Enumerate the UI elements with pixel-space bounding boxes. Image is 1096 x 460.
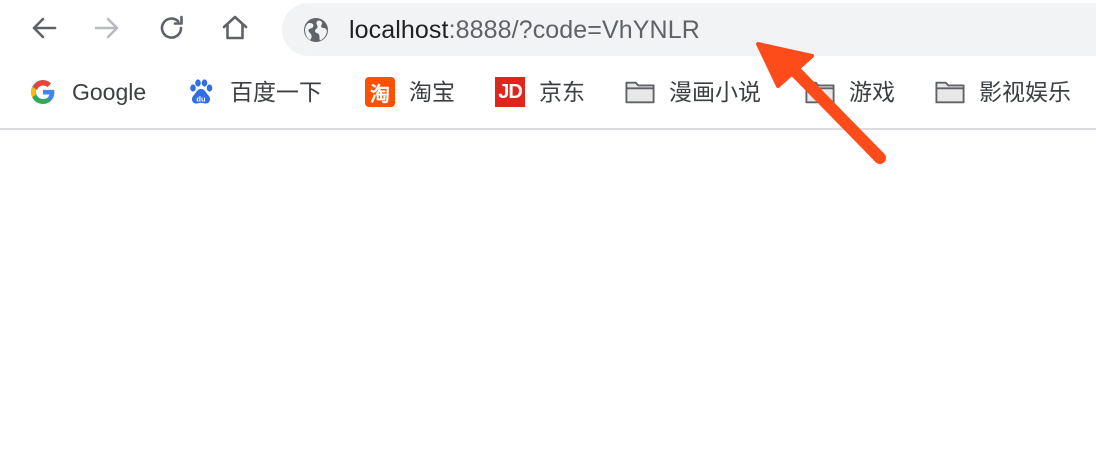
home-icon: [222, 15, 248, 40]
forward-button[interactable]: [89, 10, 125, 46]
url-text[interactable]: localhost:8888/?code=VhYNLR: [349, 15, 700, 45]
jd-icon: JD: [495, 77, 525, 107]
back-button[interactable]: [26, 10, 62, 46]
bookmark-google[interactable]: Google: [28, 74, 146, 110]
svg-text:du: du: [196, 95, 206, 104]
reload-icon: [160, 15, 183, 39]
bookmark-label: 淘宝: [409, 79, 455, 105]
bookmark-label: Google: [72, 79, 147, 105]
url-host: localhost: [349, 16, 449, 44]
reload-button[interactable]: [154, 10, 190, 46]
baidu-icon: du: [186, 77, 216, 107]
bookmark-label: 百度一下: [230, 79, 322, 105]
bookmark-folder-manhua[interactable]: 漫画小说: [625, 74, 761, 110]
taobao-icon: 淘: [365, 77, 395, 107]
taobao-logo: 淘: [365, 77, 395, 107]
bookmark-taobao[interactable]: 淘 淘宝: [365, 74, 455, 110]
address-bar[interactable]: localhost:8888/?code=VhYNLR: [282, 3, 1096, 56]
bookmark-label: 漫画小说: [669, 79, 761, 105]
google-icon: [28, 77, 58, 107]
bookmarks-bar: Google du 百度一下 淘 淘宝 JD 京东 漫画小说 游戏 影视娱乐: [0, 62, 1096, 130]
folder-icon: [625, 77, 655, 107]
folder-icon: [935, 77, 965, 107]
bookmark-label: 影视娱乐: [979, 79, 1071, 105]
bookmark-label: 游戏: [849, 79, 895, 105]
globe-icon[interactable]: [302, 16, 330, 44]
bookmark-label: 京东: [539, 79, 585, 105]
browser-window: localhost:8888/?code=VhYNLR Google du 百度…: [0, 0, 1096, 460]
bookmark-folder-yingshi[interactable]: 影视娱乐: [935, 74, 1071, 110]
folder-icon: [805, 77, 835, 107]
bookmark-folder-youxi[interactable]: 游戏: [805, 74, 895, 110]
arrow-right-icon: [94, 17, 119, 39]
browser-toolbar: localhost:8888/?code=VhYNLR: [0, 0, 1096, 62]
bookmark-jd[interactable]: JD 京东: [495, 74, 585, 110]
jd-logo: JD: [495, 77, 525, 107]
bookmark-baidu[interactable]: du 百度一下: [186, 74, 322, 110]
arrow-left-icon: [32, 17, 57, 39]
url-path: :8888/?code=VhYNLR: [448, 16, 700, 44]
home-button[interactable]: [217, 10, 253, 46]
